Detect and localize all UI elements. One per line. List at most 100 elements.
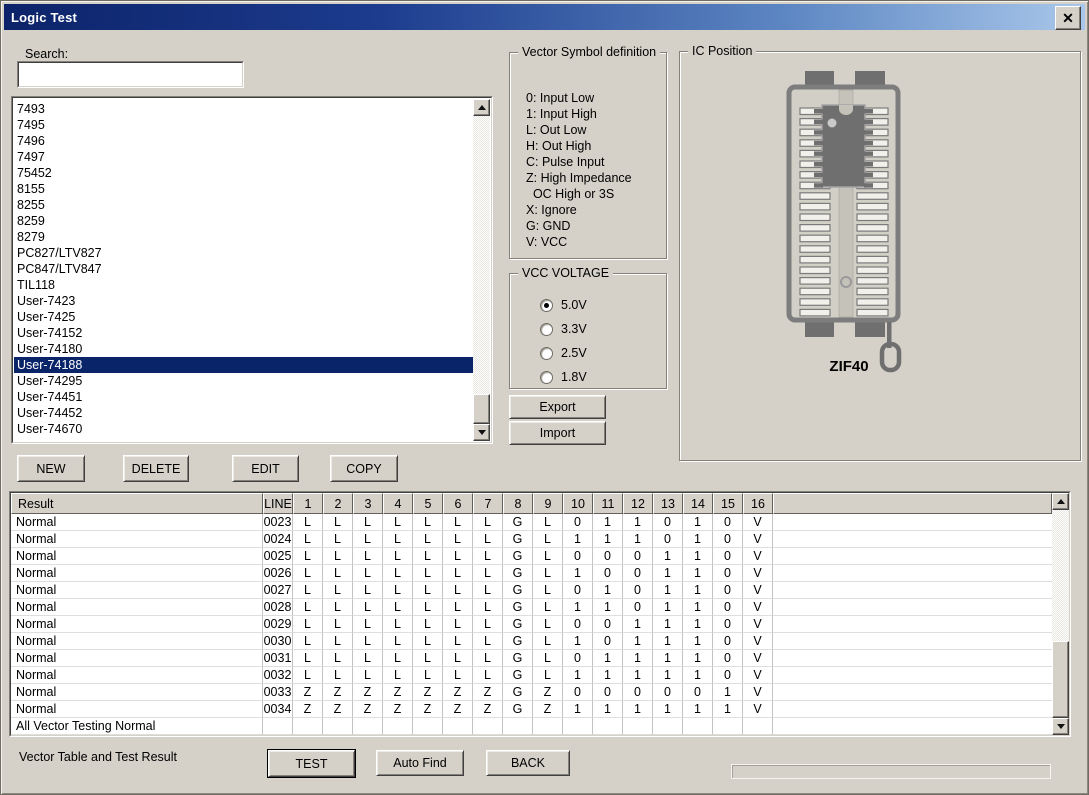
back-button[interactable]: BACK <box>486 750 570 776</box>
pin-cell: 1 <box>623 650 653 667</box>
scroll-thumb[interactable] <box>473 394 490 424</box>
list-item[interactable]: 8155 <box>14 181 473 197</box>
table-row[interactable]: Normal 0033 Z Z Z Z Z Z Z G Z 0 0 0 0 0 1 V <box>11 684 1052 701</box>
radio-button[interactable] <box>540 298 553 312</box>
list-item[interactable]: 7493 <box>14 101 473 117</box>
vcc-option[interactable]: 2.5V <box>540 341 587 365</box>
copy-button[interactable]: COPY <box>330 455 398 482</box>
pin-cell: L <box>353 514 383 531</box>
list-item[interactable]: User-74295 <box>14 373 473 389</box>
list-item[interactable]: PC847/LTV847 <box>14 261 473 277</box>
radio-button[interactable] <box>540 370 553 384</box>
list-item[interactable]: TIL118 <box>14 277 473 293</box>
list-item[interactable]: 75452 <box>14 165 473 181</box>
vcc-option-label: 3.3V <box>561 322 587 336</box>
radio-button[interactable] <box>540 322 553 336</box>
export-button[interactable]: Export <box>509 395 606 419</box>
search-input[interactable] <box>20 64 241 85</box>
new-button[interactable]: NEW <box>17 455 85 482</box>
list-item[interactable]: 8259 <box>14 213 473 229</box>
socket-pin-slot <box>856 308 889 317</box>
table-row[interactable]: Normal 0029 L L L L L L L G L 0 0 1 1 1 0 V <box>11 616 1052 633</box>
socket-pin-slot <box>856 234 889 243</box>
table-row[interactable]: Normal 0034 Z Z Z Z Z Z Z G Z 1 1 1 1 1 1 V <box>11 701 1052 718</box>
pin-cell <box>713 718 743 735</box>
pin-cell: 0 <box>713 565 743 582</box>
pin-cell <box>683 718 713 735</box>
close-button[interactable]: ✕ <box>1055 6 1081 30</box>
import-button[interactable]: Import <box>509 421 606 445</box>
device-list-scrollbar[interactable] <box>473 99 490 441</box>
pin-cell: 1 <box>563 633 593 650</box>
list-item[interactable]: User-7425 <box>14 309 473 325</box>
table-row[interactable]: Normal 0024 L L L L L L L G L 1 1 1 0 1 0 V <box>11 531 1052 548</box>
pin-cell: 0 <box>713 599 743 616</box>
radio-button[interactable] <box>540 346 553 360</box>
pin-cell: 0 <box>653 531 683 548</box>
vector-symbol-line: Z: High Impedance <box>526 171 632 185</box>
table-row[interactable]: Normal 0028 L L L L L L L G L 1 1 0 1 1 0 V <box>11 599 1052 616</box>
result-cell: Normal <box>11 548 263 565</box>
auto-find-button[interactable]: Auto Find <box>376 750 464 776</box>
list-item[interactable]: User-74180 <box>14 341 473 357</box>
list-item[interactable]: User-74452 <box>14 405 473 421</box>
chip-pin-stub <box>814 151 823 156</box>
table-row[interactable]: Normal 0026 L L L L L L L G L 1 0 0 1 1 0 V <box>11 565 1052 582</box>
scroll-up-button[interactable] <box>473 99 490 116</box>
vector-symbol-title: Vector Symbol definition <box>518 45 661 59</box>
radio-dot <box>544 351 549 356</box>
list-item[interactable]: User-74188 <box>14 357 473 373</box>
table-row[interactable]: Normal 0030 L L L L L L L G L 1 0 1 1 1 0 V <box>11 633 1052 650</box>
table-row[interactable]: All Vector Testing Normal <box>11 718 1052 735</box>
pin-cell: L <box>293 667 323 684</box>
scroll-down-button[interactable] <box>473 424 490 441</box>
list-item[interactable]: 7496 <box>14 133 473 149</box>
titlebar[interactable]: Logic Test ✕ <box>4 4 1085 30</box>
table-row[interactable]: Normal 0025 L L L L L L L G L 0 0 0 1 1 0 V <box>11 548 1052 565</box>
filler-cell <box>773 548 1052 565</box>
result-table-scrollbar[interactable] <box>1052 493 1069 735</box>
pin-cell: 1 <box>683 514 713 531</box>
list-item[interactable]: User-74451 <box>14 389 473 405</box>
table-row[interactable]: Normal 0032 L L L L L L L G L 1 1 1 1 1 0 V <box>11 667 1052 684</box>
vcc-option[interactable]: 5.0V <box>540 293 587 317</box>
table-row[interactable]: Normal 0031 L L L L L L L G L 0 1 1 1 1 0 V <box>11 650 1052 667</box>
scroll-down-button[interactable] <box>1052 718 1069 735</box>
delete-button[interactable]: DELETE <box>123 455 189 482</box>
test-button[interactable]: TEST <box>267 749 356 778</box>
scroll-up-button[interactable] <box>1052 493 1069 510</box>
socket-pin-slot <box>856 266 889 275</box>
line-cell: 0024 <box>263 531 293 548</box>
list-item[interactable]: User-74152 <box>14 325 473 341</box>
list-item[interactable]: 8255 <box>14 197 473 213</box>
pin-cell: L <box>443 599 473 616</box>
filler-cell <box>773 684 1052 701</box>
list-item[interactable]: User-7423 <box>14 293 473 309</box>
list-item[interactable]: 7497 <box>14 149 473 165</box>
pin-cell: L <box>533 514 563 531</box>
scroll-thumb[interactable] <box>1052 641 1069 718</box>
line-cell: 0027 <box>263 582 293 599</box>
column-header: 16 <box>743 493 773 514</box>
list-item[interactable]: 7495 <box>14 117 473 133</box>
socket-tab <box>805 321 834 337</box>
pin-cell: L <box>323 616 353 633</box>
table-row[interactable]: Normal 0023 L L L L L L L G L 0 1 1 0 1 0 V <box>11 514 1052 531</box>
pin-cell: 1 <box>653 701 683 718</box>
vcc-option[interactable]: 1.8V <box>540 365 587 389</box>
list-item[interactable]: 8279 <box>14 229 473 245</box>
device-list-items: 7493 7495 7496 7497 75452 8155 8255 8259 8279 PC8… <box>14 99 473 441</box>
pin-cell: 0 <box>713 633 743 650</box>
vcc-option[interactable]: 3.3V <box>540 317 587 341</box>
pin-cell: 1 <box>683 565 713 582</box>
list-item[interactable]: User-74670 <box>14 421 473 437</box>
socket-pin-slot <box>856 202 889 211</box>
device-list[interactable]: 7493 7495 7496 7497 75452 8155 8255 8259 8279 PC8… <box>11 96 493 444</box>
pin-cell: 1 <box>623 633 653 650</box>
edit-button[interactable]: EDIT <box>232 455 299 482</box>
socket-pin-slot <box>799 245 831 253</box>
pin-cell: V <box>743 667 773 684</box>
column-header: 1 <box>293 493 323 514</box>
list-item[interactable]: PC827/LTV827 <box>14 245 473 261</box>
table-row[interactable]: Normal 0027 L L L L L L L G L 0 1 0 1 1 0 V <box>11 582 1052 599</box>
